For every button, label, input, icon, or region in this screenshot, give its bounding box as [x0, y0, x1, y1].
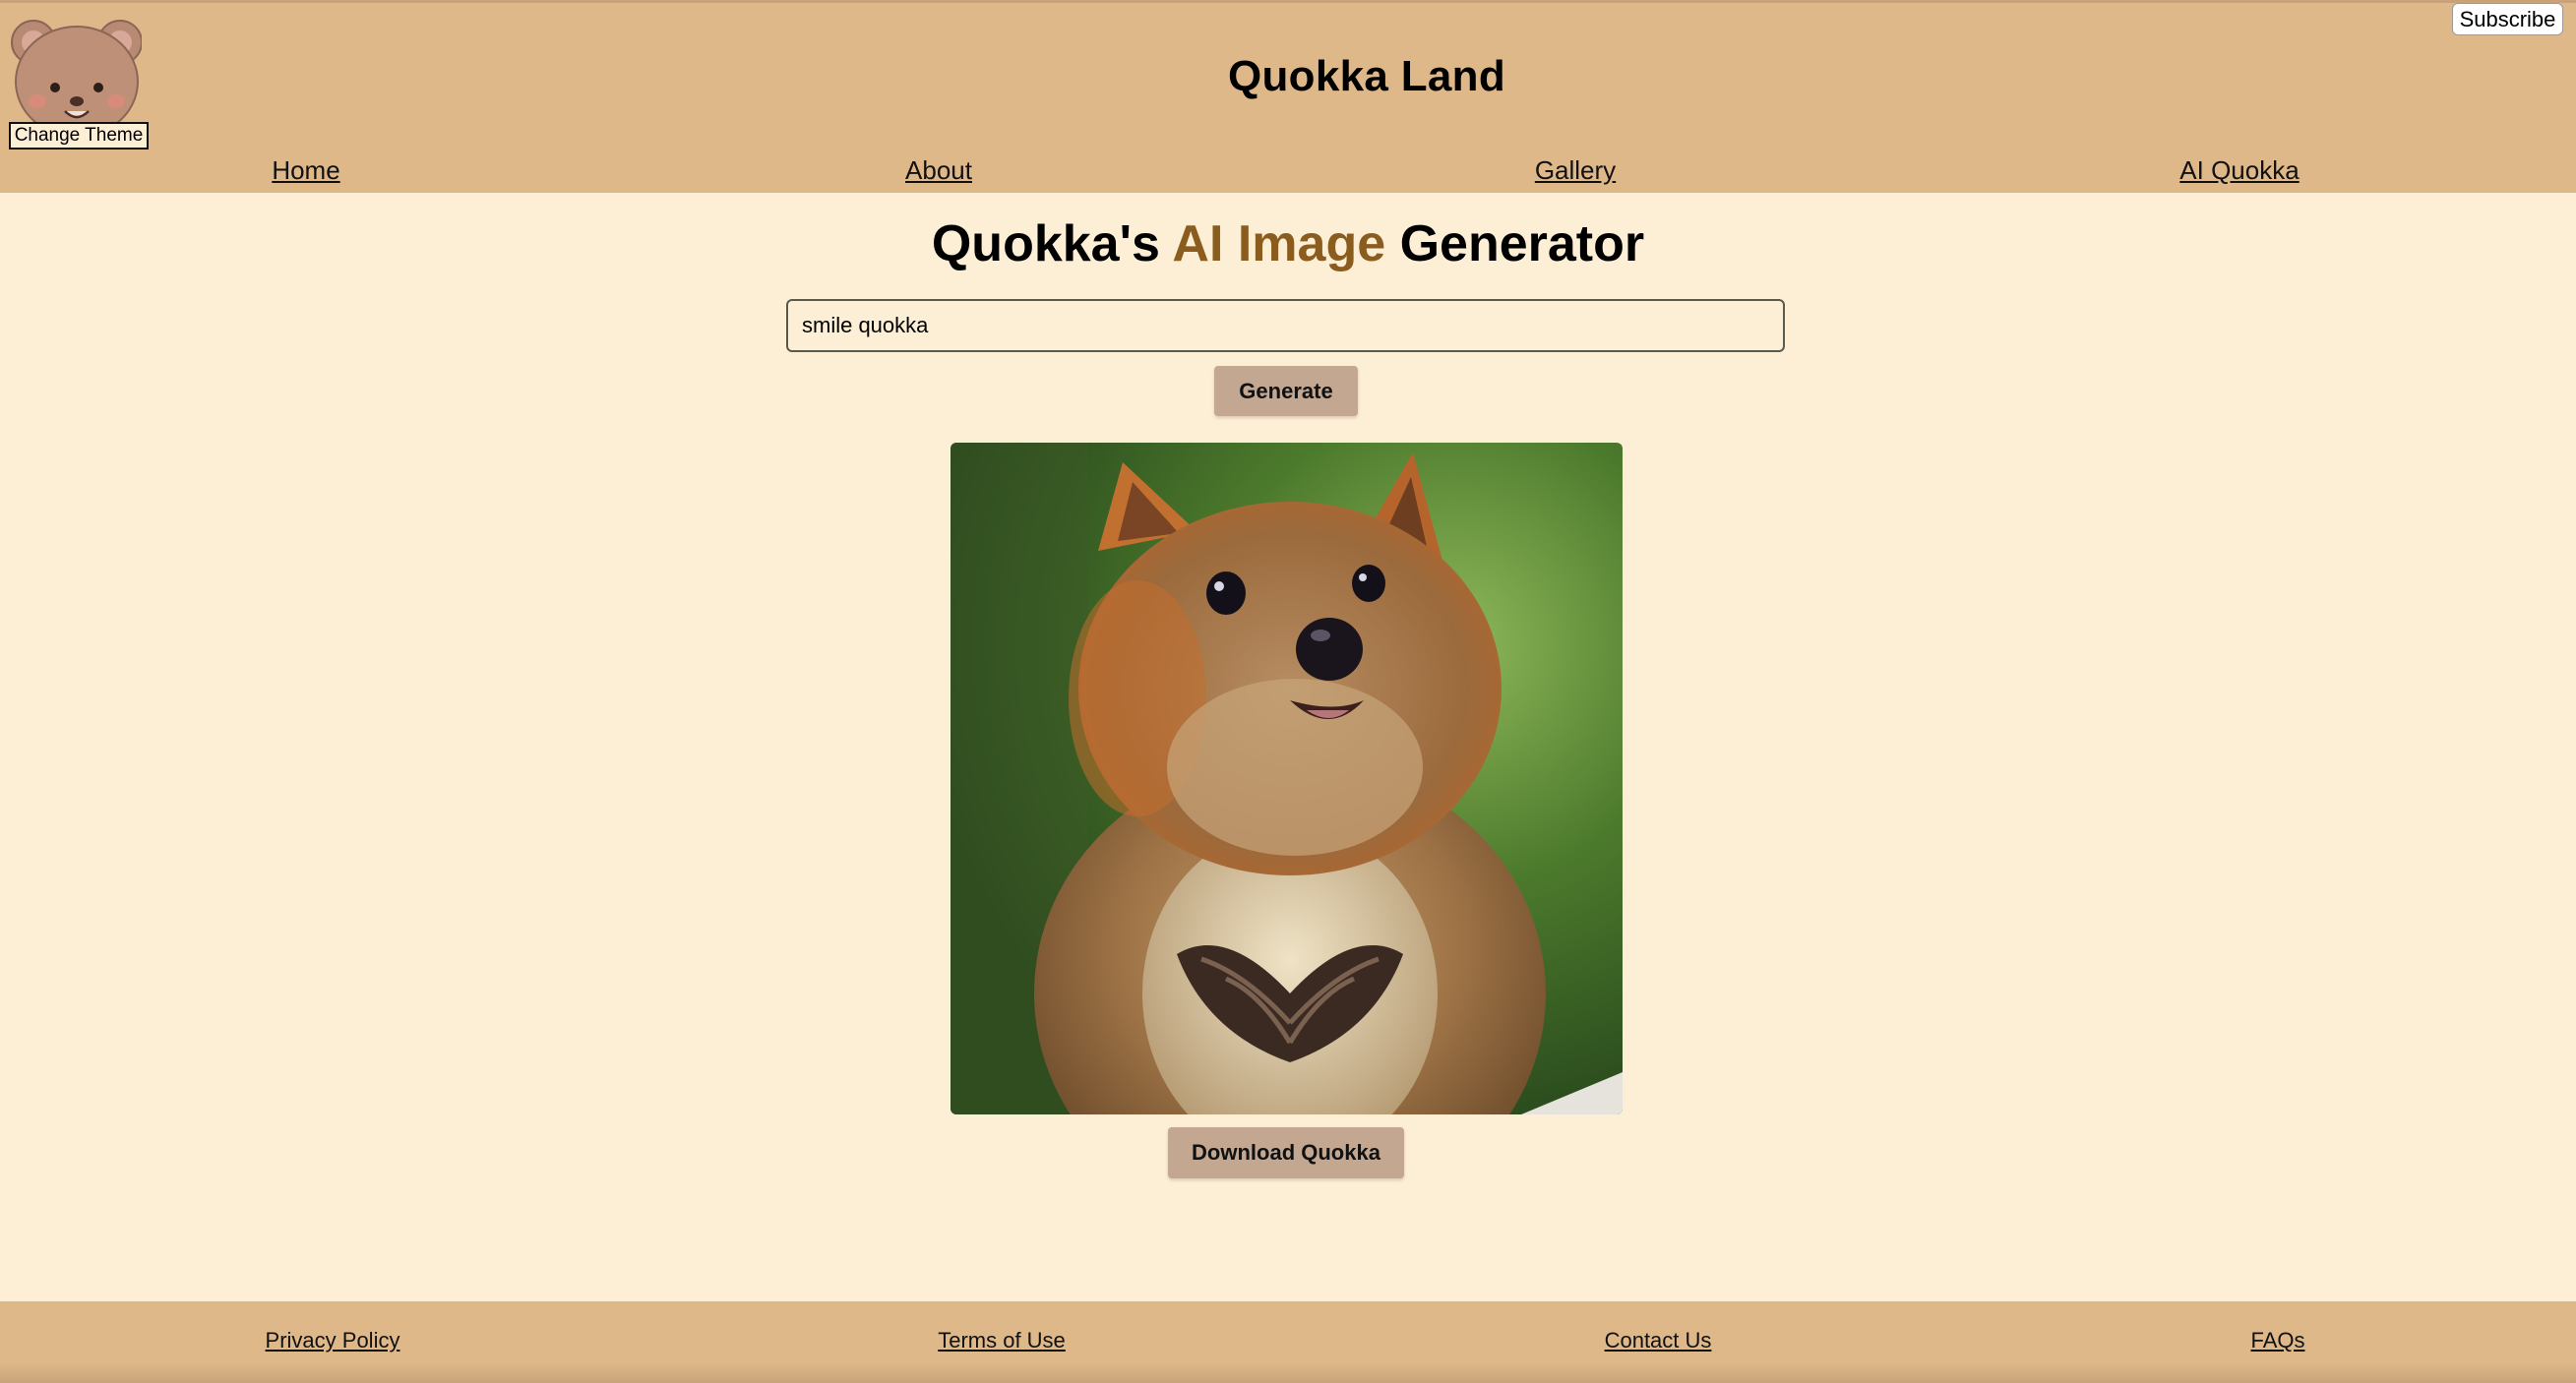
prompt-input[interactable] — [786, 299, 1785, 352]
page-heading: Quokka's AI Image Generator — [0, 214, 2576, 273]
footer-contact-us-link[interactable]: Contact Us — [1605, 1328, 1712, 1353]
site-header: Change Theme Subscribe Quokka Land Home … — [0, 0, 2576, 193]
subscribe-button[interactable]: Subscribe — [2452, 3, 2563, 35]
heading-accent: AI Image — [1172, 215, 1386, 272]
site-title: Quokka Land — [1227, 52, 1506, 100]
generated-quokka-image — [951, 443, 1623, 1114]
change-theme-button[interactable]: Change Theme — [9, 122, 149, 150]
heading-part-1: Quokka's — [931, 215, 1173, 272]
nav-ai-quokka[interactable]: AI Quokka — [2179, 155, 2299, 186]
footer-terms-of-use-link[interactable]: Terms of Use — [938, 1328, 1066, 1353]
nav-gallery[interactable]: Gallery — [1535, 155, 1616, 186]
generate-button[interactable]: Generate — [1214, 366, 1358, 416]
footer-privacy-policy-link[interactable]: Privacy Policy — [266, 1328, 400, 1353]
footer-faqs-link[interactable]: FAQs — [2250, 1328, 2304, 1353]
nav-about[interactable]: About — [905, 155, 972, 186]
nav-home[interactable]: Home — [272, 155, 339, 186]
heading-part-2: Generator — [1385, 215, 1645, 272]
site-footer: Privacy Policy Terms of Use Contact Us F… — [0, 1301, 2576, 1383]
download-quokka-button[interactable]: Download Quokka — [1168, 1127, 1404, 1178]
